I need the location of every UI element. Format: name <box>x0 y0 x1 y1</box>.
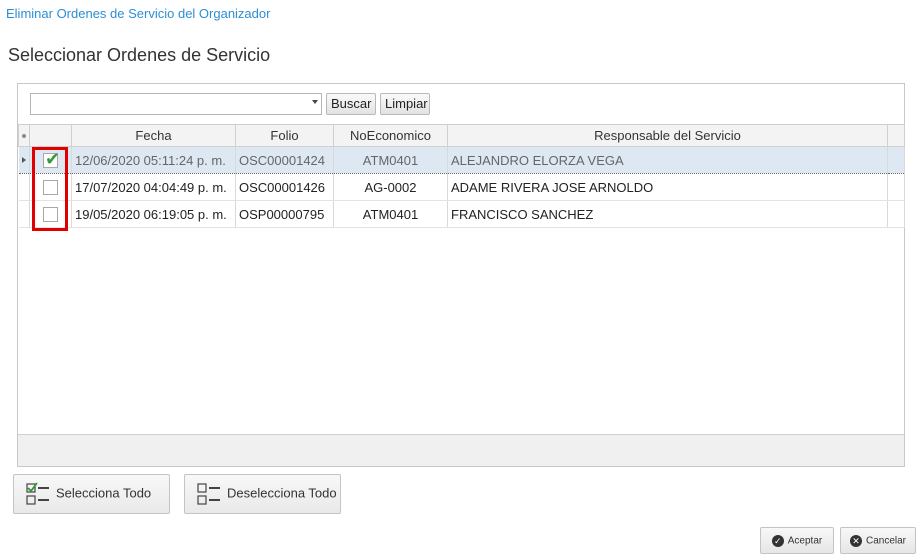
cell-fecha[interactable]: 12/06/2020 05:11:24 p. m. <box>71 146 236 174</box>
cancel-button[interactable]: ✕ Cancelar <box>840 527 916 554</box>
column-header-fecha[interactable]: Fecha <box>71 124 236 147</box>
cell-fecha[interactable]: 17/07/2020 04:04:49 p. m. <box>71 173 236 201</box>
checkbox-column-header[interactable] <box>29 124 72 147</box>
checklist-icon <box>26 482 49 505</box>
cell-filler <box>887 146 905 174</box>
current-row-arrow-icon <box>21 157 26 163</box>
cell-responsable[interactable]: ADAME RIVERA JOSE ARNOLDO <box>447 173 888 201</box>
dot-icon <box>22 133 26 138</box>
row-indicator <box>18 173 30 201</box>
cell-fecha[interactable]: 19/05/2020 06:19:05 p. m. <box>71 200 236 228</box>
unchecked-list-icon <box>197 483 220 505</box>
deselect-all-label: Deselecciona Todo <box>227 485 337 501</box>
row-checkbox-cell <box>29 200 72 228</box>
row-checkbox[interactable]: ✔ <box>43 149 60 169</box>
grid-header-row: Fecha Folio NoEconomico Responsable del … <box>18 124 905 147</box>
select-all-label: Selecciona Todo <box>56 485 152 501</box>
cell-filler <box>887 173 905 201</box>
grid-footer <box>18 434 904 466</box>
checkmark-icon: ✔ <box>45 149 61 170</box>
deselect-all-button[interactable]: Deselecciona Todo <box>184 474 341 514</box>
row-checkbox-cell <box>29 173 72 201</box>
cancel-label: Cancelar <box>865 535 907 547</box>
select-all-button[interactable]: Selecciona Todo <box>13 474 170 514</box>
accept-label: Aceptar <box>787 535 823 547</box>
row-checkbox-cell: ✔ <box>29 146 72 174</box>
row-indicator <box>18 200 30 228</box>
table-row[interactable]: ✔ 12/06/2020 05:11:24 p. m. OSC00001424 … <box>18 146 905 174</box>
column-header-filler <box>887 124 905 147</box>
table-row[interactable]: 17/07/2020 04:04:49 p. m. OSC00001426 AG… <box>18 173 905 201</box>
search-combobox[interactable] <box>30 93 322 115</box>
orders-panel: Buscar Limpiar Fecha Folio NoEconomico R… <box>17 83 905 467</box>
cell-folio[interactable]: OSC00001424 <box>235 146 334 174</box>
window-title: Eliminar Ordenes de Servicio del Organiz… <box>6 6 271 21</box>
column-header-folio[interactable]: Folio <box>235 124 334 147</box>
check-circle-icon: ✓ <box>771 534 784 547</box>
table-row[interactable]: 19/05/2020 06:19:05 p. m. OSP00000795 AT… <box>18 200 905 228</box>
close-circle-icon: ✕ <box>849 534 862 547</box>
page-title: Seleccionar Ordenes de Servicio <box>8 45 271 65</box>
accept-button[interactable]: ✓ Aceptar <box>760 527 834 554</box>
row-indicator <box>18 146 30 174</box>
cell-folio[interactable]: OSP00000795 <box>235 200 334 228</box>
cell-responsable[interactable]: FRANCISCO SANCHEZ <box>447 200 888 228</box>
row-checkbox[interactable] <box>43 180 58 196</box>
cell-responsable[interactable]: ALEJANDRO ELORZA VEGA <box>447 146 888 174</box>
cell-noeconomico[interactable]: AG-0002 <box>333 173 448 201</box>
limpiar-button[interactable]: Limpiar <box>380 93 430 115</box>
cell-noeconomico[interactable]: ATM0401 <box>333 146 448 174</box>
column-header-responsable[interactable]: Responsable del Servicio <box>447 124 888 147</box>
cell-filler <box>887 200 905 228</box>
column-header-noeconomico[interactable]: NoEconomico <box>333 124 448 147</box>
cell-noeconomico[interactable]: ATM0401 <box>333 200 448 228</box>
buscar-button[interactable]: Buscar <box>326 93 376 115</box>
row-checkbox[interactable] <box>43 207 58 223</box>
orders-grid: Fecha Folio NoEconomico Responsable del … <box>18 124 905 228</box>
dropdown-arrow-icon[interactable] <box>312 100 318 104</box>
cell-folio[interactable]: OSC00001426 <box>235 173 334 201</box>
row-indicator-header <box>18 124 30 147</box>
